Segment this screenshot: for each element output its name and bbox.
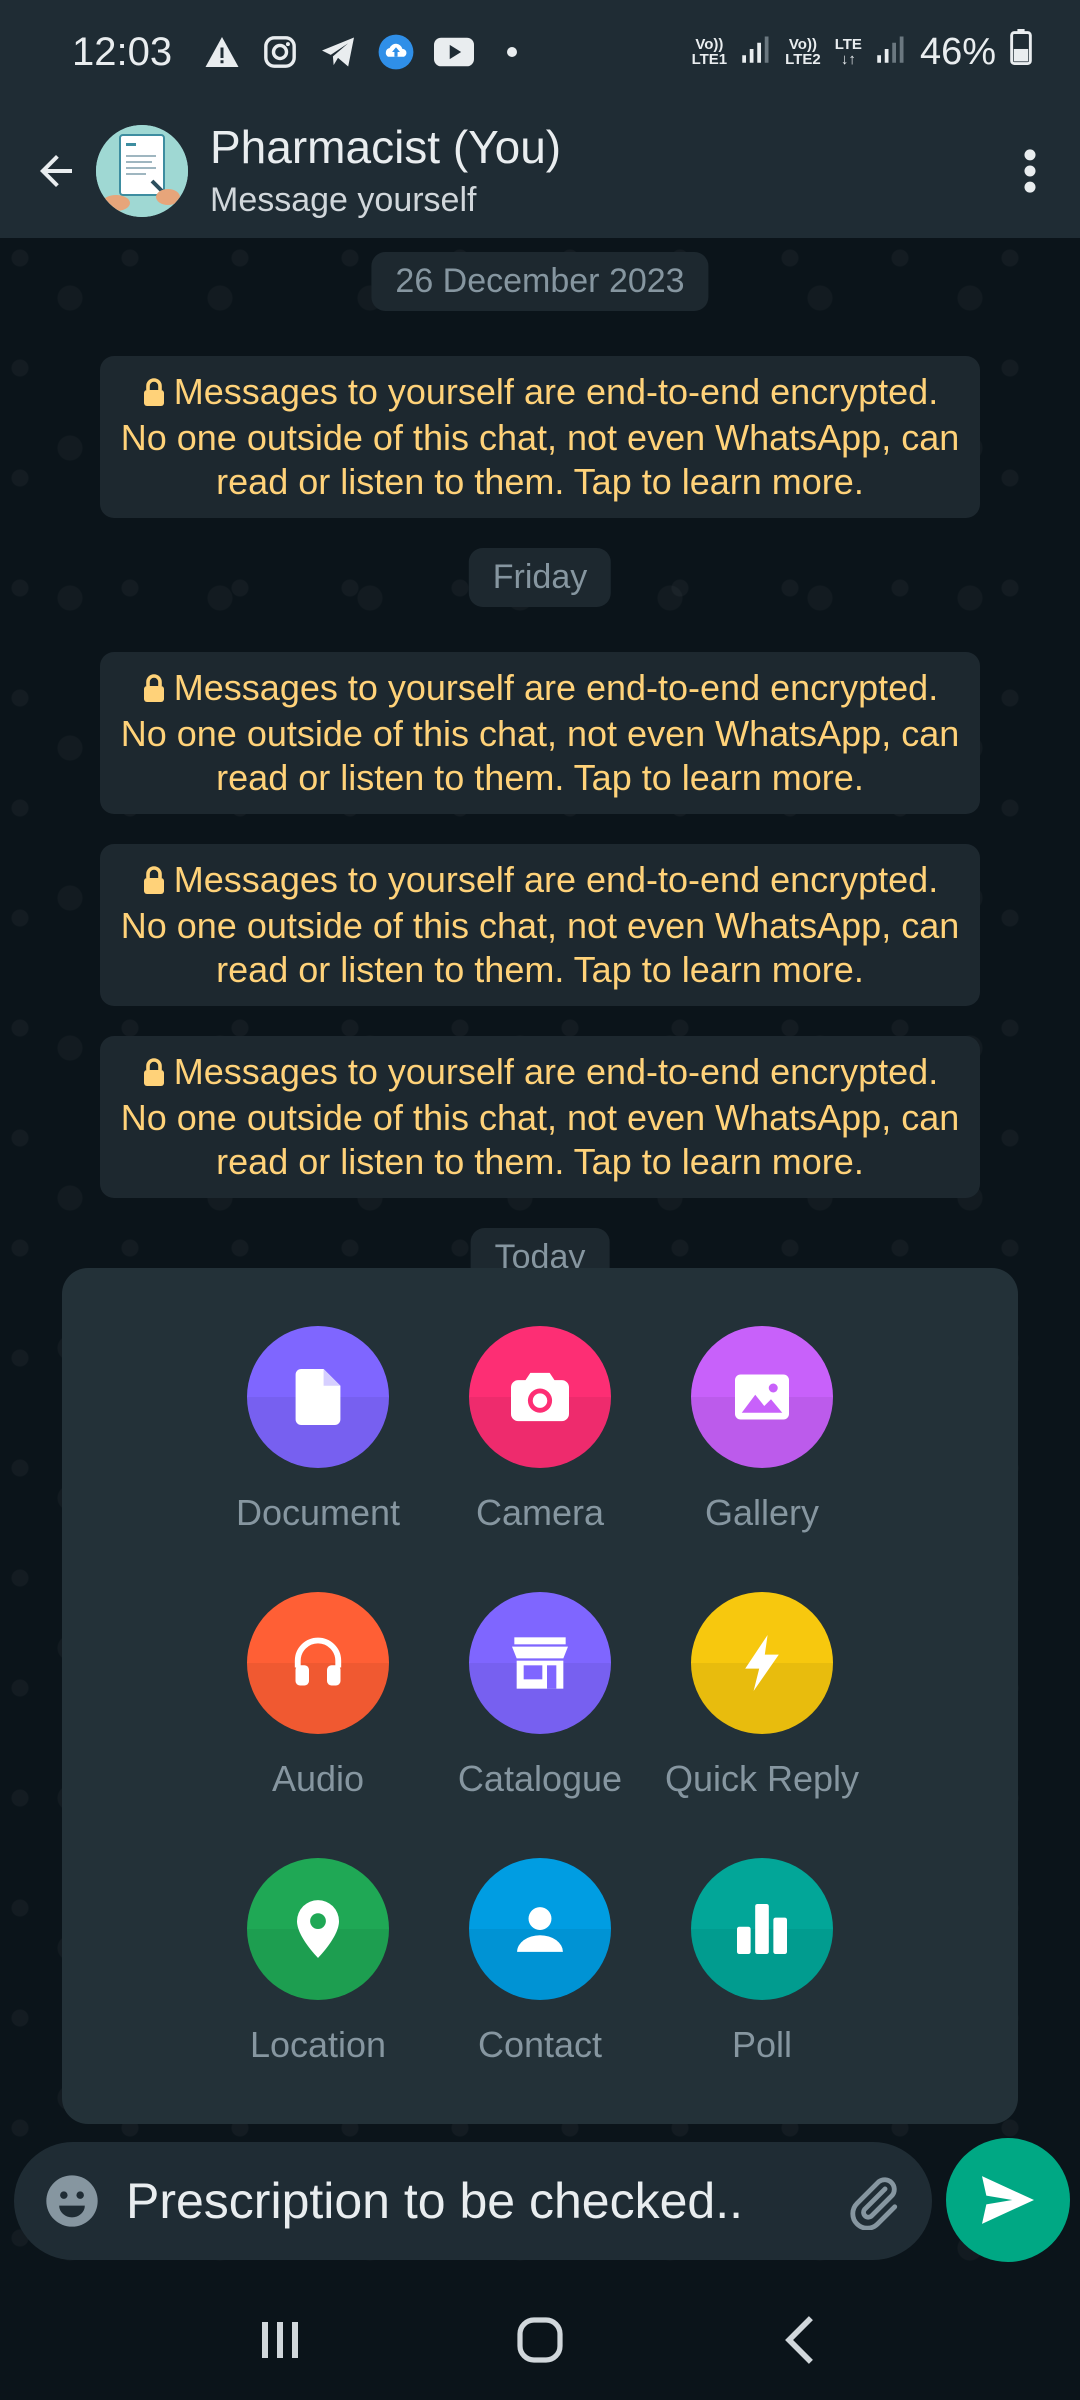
battery-icon xyxy=(1010,29,1032,75)
recent-apps-icon xyxy=(262,2322,298,2358)
warning-icon xyxy=(202,32,242,72)
telegram-icon xyxy=(318,32,358,72)
attach-button[interactable] xyxy=(838,2166,908,2236)
encryption-notice[interactable]: Messages to yourself are end-to-end encr… xyxy=(100,1036,980,1198)
chat-header: Pharmacist (You) Message yourself xyxy=(0,104,1080,238)
lightning-icon xyxy=(745,1635,779,1691)
chat-subtitle: Message yourself xyxy=(210,181,477,219)
attach-label: Poll xyxy=(731,2024,793,2065)
attachment-panel: Document Camera Gallery Audio Catalogue … xyxy=(62,1268,1018,2124)
lock-icon xyxy=(142,1052,166,1096)
attach-circle[interactable] xyxy=(691,1592,833,1734)
status-time: 12:03 xyxy=(72,29,173,74)
attach-document-button[interactable]: Document xyxy=(207,1326,429,1534)
lte-label: LTE ↓↑ xyxy=(834,36,862,68)
chat-title: Pharmacist (You) xyxy=(210,121,562,173)
back-button[interactable] xyxy=(20,135,92,207)
attach-circle[interactable] xyxy=(247,1592,389,1734)
attach-circle[interactable] xyxy=(469,1858,611,2000)
attach-quick-reply-button[interactable]: Quick Reply xyxy=(651,1592,873,1800)
youtube-icon xyxy=(434,32,475,72)
lock-icon xyxy=(142,372,166,416)
attach-circle[interactable] xyxy=(247,1858,389,2000)
document-icon xyxy=(295,1369,341,1425)
emoji-button[interactable] xyxy=(40,2169,104,2233)
battery-percent: 46% xyxy=(919,30,996,73)
person-icon xyxy=(517,1907,563,1952)
attach-label: Gallery xyxy=(704,1492,820,1533)
avatar[interactable] xyxy=(96,125,188,217)
more-options-button[interactable] xyxy=(1000,131,1060,211)
attach-location-button[interactable]: Location xyxy=(207,1858,429,2066)
attach-label: Quick Reply xyxy=(664,1758,860,1799)
attach-label: Camera xyxy=(475,1492,605,1533)
date-chip: Friday xyxy=(468,548,612,607)
lock-icon xyxy=(142,860,166,904)
instagram-icon xyxy=(260,32,300,72)
chat-title-block[interactable]: Pharmacist (You) Message yourself xyxy=(210,120,561,222)
attach-contact-button[interactable]: Contact xyxy=(429,1858,651,2066)
signal-sim2-icon xyxy=(876,31,906,74)
recent-apps-button[interactable] xyxy=(230,2290,330,2390)
location-pin-icon xyxy=(297,1900,339,1958)
send-button[interactable] xyxy=(946,2138,1070,2262)
kebab-menu-icon xyxy=(1024,149,1036,193)
storefront-icon xyxy=(512,1637,568,1689)
lock-icon xyxy=(142,668,166,712)
attach-circle[interactable] xyxy=(691,1858,833,2000)
more-notifications-icon xyxy=(492,32,532,72)
attach-circle[interactable] xyxy=(247,1326,389,1468)
status-bar: 12:03 Vo)) LTE1 Vo)) LTE2 LTE ↓↑ 46% xyxy=(0,0,1080,104)
screen: 12:03 Vo)) LTE1 Vo)) LTE2 LTE ↓↑ 46% Pha… xyxy=(0,0,1080,2400)
signal-sim1-icon xyxy=(741,31,771,74)
attach-audio-button[interactable]: Audio xyxy=(207,1592,429,1800)
gallery-icon xyxy=(735,1374,789,1420)
message-composer xyxy=(14,2142,932,2260)
attach-label: Location xyxy=(249,2024,387,2065)
emoji-icon xyxy=(46,2175,98,2227)
attach-poll-button[interactable]: Poll xyxy=(651,1858,873,2066)
home-button[interactable] xyxy=(490,2290,590,2390)
system-nav-bar xyxy=(0,2280,1080,2400)
attach-gallery-button[interactable]: Gallery xyxy=(651,1326,873,1534)
camera-icon xyxy=(511,1372,569,1422)
attach-label: Contact xyxy=(477,2024,603,2065)
attach-label: Catalogue xyxy=(457,1758,623,1799)
sim2-label: Vo)) LTE2 xyxy=(785,36,821,68)
cloud-upload-icon xyxy=(376,32,416,72)
bar-chart-icon xyxy=(737,1904,787,1954)
arrow-left-icon xyxy=(40,155,72,187)
send-icon xyxy=(982,2176,1034,2224)
encryption-notice[interactable]: Messages to yourself are end-to-end encr… xyxy=(100,844,980,1006)
encryption-notice[interactable]: Messages to yourself are end-to-end encr… xyxy=(100,356,980,518)
attach-label: Audio xyxy=(271,1758,365,1799)
attach-circle[interactable] xyxy=(469,1592,611,1734)
headphones-icon xyxy=(294,1637,342,1686)
chevron-left-icon xyxy=(785,2316,813,2364)
attach-circle[interactable] xyxy=(691,1326,833,1468)
prescription-avatar-icon xyxy=(96,125,188,217)
message-input[interactable] xyxy=(126,2172,838,2230)
sim1-label: Vo)) LTE1 xyxy=(691,36,728,68)
date-chip: 26 December 2023 xyxy=(371,252,709,311)
attach-circle[interactable] xyxy=(469,1326,611,1468)
attach-catalogue-button[interactable]: Catalogue xyxy=(429,1592,651,1800)
home-icon xyxy=(517,2317,563,2363)
attach-camera-button[interactable]: Camera xyxy=(429,1326,651,1534)
paperclip-icon xyxy=(850,2177,898,2230)
nav-back-button[interactable] xyxy=(750,2290,850,2390)
attach-label: Document xyxy=(235,1492,401,1533)
encryption-notice[interactable]: Messages to yourself are end-to-end encr… xyxy=(100,652,980,814)
